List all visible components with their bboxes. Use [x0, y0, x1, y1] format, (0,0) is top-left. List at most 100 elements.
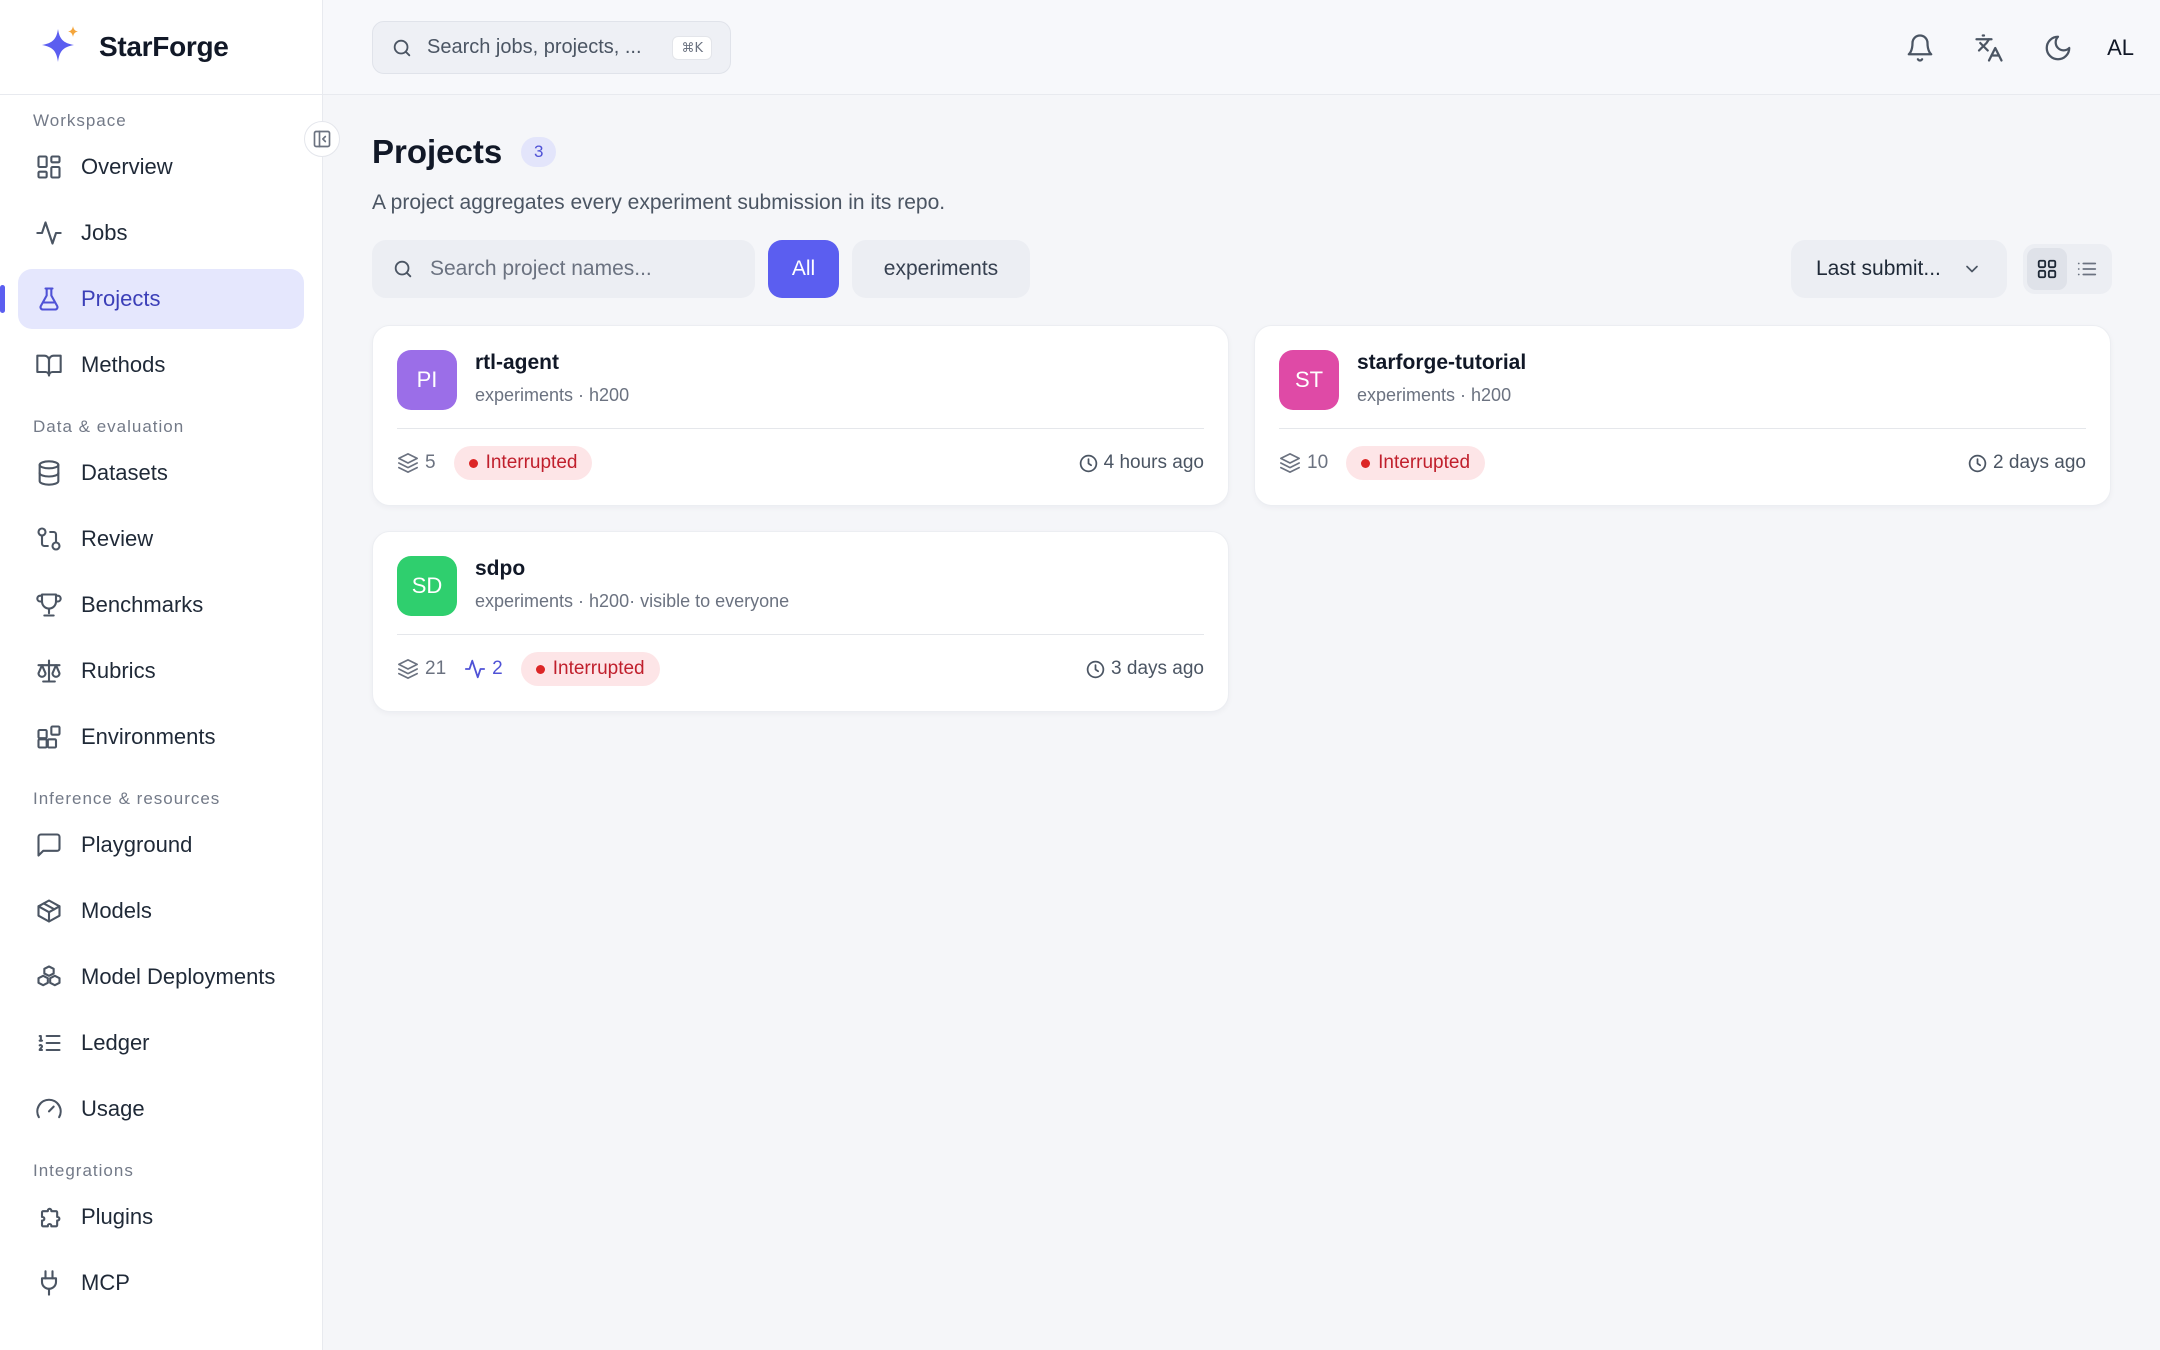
grid-view-button[interactable]	[2027, 248, 2067, 290]
sidebar-item-overview[interactable]: Overview	[18, 137, 304, 197]
sidebar-item-label: Model Deployments	[81, 964, 276, 989]
layers-icon	[1279, 452, 1307, 474]
active-jobs-count: 2	[464, 658, 503, 680]
sidebar-item-label: Review	[81, 526, 154, 551]
sidebar-item-label: Rubrics	[81, 658, 156, 683]
list-icon	[2077, 262, 2097, 276]
card-title-block: starforge-tutorial experiments · h200	[1357, 351, 1526, 406]
sidebar: StarForge Workspace Overview Jobs Projects M…	[0, 0, 323, 1350]
layers-icon	[397, 452, 425, 474]
puzzle-icon	[35, 1203, 63, 1231]
sidebar-item-usage[interactable]: Usage	[18, 1079, 304, 1139]
sidebar-item-label: Overview	[81, 154, 173, 179]
submission-count: 10	[1279, 452, 1328, 474]
sidebar-item-benchmarks[interactable]: Benchmarks	[18, 575, 304, 635]
languages-icon[interactable]	[1974, 33, 2004, 63]
submission-count-value: 10	[1307, 452, 1329, 473]
sidebar-item-datasets[interactable]: Datasets	[18, 443, 304, 503]
top-actions: AL	[1866, 0, 2134, 95]
sort-select[interactable]: Last submit...	[1791, 240, 2007, 298]
last-submitted-value: 2 days ago	[1993, 452, 2086, 473]
project-card[interactable]: PI rtl-agent experiments · h200 5 Interrupte…	[372, 325, 1229, 506]
brand[interactable]: StarForge	[0, 0, 322, 95]
title-row: Projects 3	[372, 133, 2112, 170]
card-header: PI rtl-agent experiments · h200	[397, 350, 1204, 410]
message-square-icon	[35, 831, 63, 859]
project-search-input[interactable]	[430, 257, 730, 281]
project-card[interactable]: SD sdpo experiments · h200· visible to eve…	[372, 531, 1229, 712]
project-grid: PI rtl-agent experiments · h200 5 Interrupte…	[372, 325, 2112, 712]
activity-icon	[464, 658, 492, 680]
list-view-button[interactable]	[2067, 248, 2107, 290]
status-dot-icon	[468, 458, 478, 468]
sidebar-item-jobs[interactable]: Jobs	[18, 203, 304, 263]
project-meta: experiments · h200	[475, 384, 630, 405]
clock-icon	[1078, 453, 1104, 474]
sidebar-item-label: Jobs	[81, 220, 128, 245]
card-title-block: sdpo experiments · h200· visible to every…	[475, 557, 790, 612]
clock-icon	[1085, 659, 1111, 680]
submission-count: 21	[397, 658, 446, 680]
layers-icon	[397, 658, 425, 680]
sidebar-item-projects[interactable]: Projects	[0, 269, 304, 329]
card-footer: 21 2 Interrupted 3 days ago	[397, 635, 1204, 703]
sparkle-logo-icon	[37, 24, 83, 70]
sidebar-item-ledger[interactable]: Ledger	[18, 1013, 304, 1073]
status-dot-icon	[535, 664, 545, 674]
last-submitted-value: 3 days ago	[1111, 658, 1204, 679]
global-search-input[interactable]	[427, 36, 657, 59]
database-icon	[35, 459, 63, 487]
gauge-icon	[35, 1095, 63, 1123]
sidebar-item-mcp[interactable]: MCP	[18, 1253, 304, 1313]
project-meta: experiments · h200· visible to everyone	[475, 590, 790, 611]
git-compare-icon	[35, 525, 63, 553]
sidebar-item-label: Plugins	[81, 1204, 154, 1229]
card-footer: 10 Interrupted 2 days ago	[1279, 429, 2086, 497]
sidebar-item-plugins[interactable]: Plugins	[18, 1187, 304, 1247]
status-label: Interrupted	[552, 658, 645, 679]
scale-icon	[35, 657, 63, 685]
grid-icon	[35, 153, 63, 181]
sidebar-item-rubrics[interactable]: Rubrics	[18, 641, 304, 701]
filter-chip-experiments[interactable]: experiments	[852, 240, 1030, 298]
list-ordered-icon	[35, 1029, 63, 1057]
sidebar-item-model-deployments[interactable]: Model Deployments	[18, 947, 304, 1007]
book-icon	[35, 351, 63, 379]
sidebar-item-methods[interactable]: Methods	[18, 335, 304, 395]
sidebar-item-models[interactable]: Models	[18, 881, 304, 941]
filter-chip-all[interactable]: All	[768, 240, 839, 298]
sidebar-item-label: Environments	[81, 724, 216, 749]
sidebar-item-label: Methods	[81, 352, 166, 377]
project-avatar: PI	[397, 350, 457, 410]
user-menu[interactable]: AL	[2107, 35, 2134, 61]
project-name[interactable]: sdpo	[475, 557, 789, 581]
project-avatar: ST	[1279, 350, 1339, 410]
moon-icon[interactable]	[2043, 33, 2073, 63]
sidebar-item-label: Playground	[81, 832, 193, 857]
status-badge: Interrupted	[1346, 446, 1486, 480]
status-dot-icon	[1361, 458, 1371, 468]
sidebar-item-label: Projects	[81, 286, 161, 311]
sidebar-item-label: Ledger	[81, 1030, 150, 1055]
sidebar-item-environments[interactable]: Environments	[18, 707, 304, 767]
project-name[interactable]: starforge-tutorial	[1357, 351, 1526, 375]
page-subtitle: A project aggregates every experiment su…	[372, 191, 946, 214]
project-search[interactable]	[372, 240, 755, 298]
project-name[interactable]: rtl-agent	[475, 351, 629, 375]
sidebar-item-review[interactable]: Review	[18, 509, 304, 569]
project-count-badge: 3	[521, 137, 557, 167]
bell-icon[interactable]	[1905, 33, 1935, 63]
topbar: ⌘K AL	[323, 0, 2160, 95]
view-toggle	[2023, 244, 2112, 294]
toolbar: All experiments Last submit...	[372, 240, 2112, 298]
collapse-sidebar-button[interactable]	[304, 121, 340, 157]
project-card[interactable]: ST starforge-tutorial experiments · h200 10…	[1254, 325, 2111, 506]
sidebar-item-label: Models	[81, 898, 152, 923]
clock-icon	[1967, 453, 1993, 474]
last-submitted: 3 days ago	[1085, 658, 1204, 680]
card-footer: 5 Interrupted 4 hours ago	[397, 429, 1204, 497]
global-search[interactable]: ⌘K	[372, 21, 731, 74]
sidebar-item-playground[interactable]: Playground	[18, 815, 304, 875]
search-icon	[392, 258, 414, 280]
blocks-icon	[35, 723, 63, 751]
